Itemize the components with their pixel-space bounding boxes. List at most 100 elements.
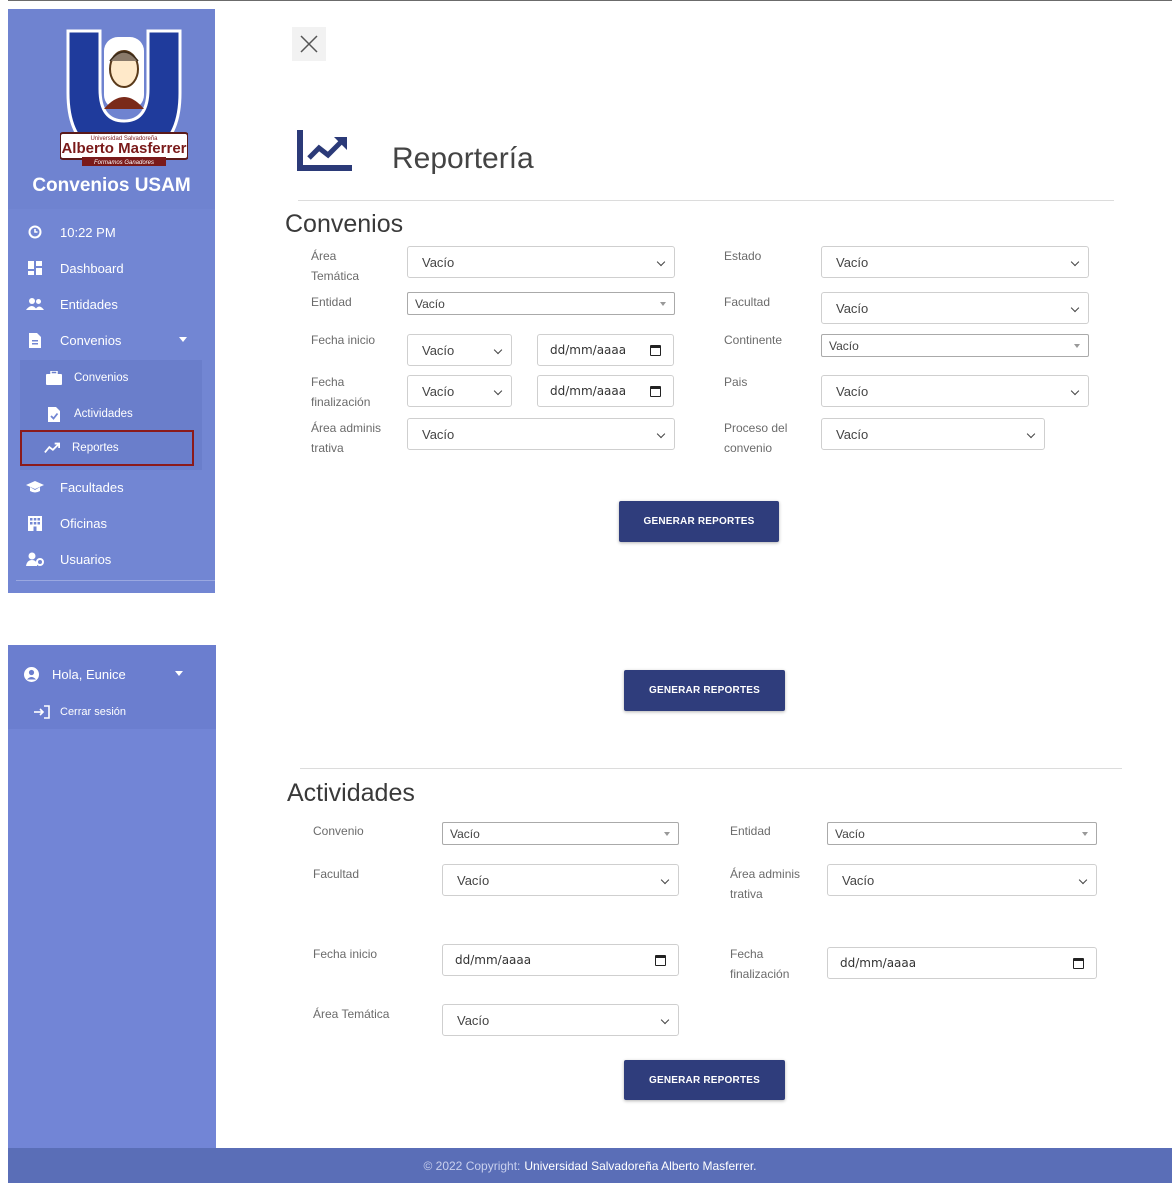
logout-label: Cerrar sesión [60, 706, 127, 718]
caret-down-icon [664, 832, 670, 836]
select-area-tematica-act[interactable]: Vacío [442, 1004, 679, 1036]
footer: © 2022 Copyright: Universidad Salvadoreñ… [8, 1148, 1172, 1183]
sidebar-item-facultades[interactable]: Facultades [8, 469, 215, 505]
sidebar-item-label: Usuarios [60, 551, 112, 567]
caret-down-icon [1074, 344, 1080, 348]
chevron-down-icon [179, 337, 187, 342]
label-area-administrativa-act: Área administrativa [730, 867, 801, 901]
calendar-icon [1073, 958, 1084, 969]
user-menu-toggle[interactable]: Hola, Eunice [8, 656, 215, 692]
date-placeholder: dd/mm/aaaa [550, 384, 627, 398]
generate-reports-button-convenios[interactable]: GENERAR REPORTES [619, 501, 779, 542]
caret-down-icon [1082, 832, 1088, 836]
select-fecha-fin-op[interactable]: Vacío [407, 375, 512, 407]
date-fecha-inicio-act[interactable]: dd/mm/aaaa [442, 944, 679, 976]
select-continente[interactable]: Vacío [821, 334, 1089, 357]
building-icon [26, 514, 44, 532]
chevron-down-icon [1070, 257, 1080, 267]
select-pais[interactable]: Vacío [821, 375, 1089, 407]
select-value: Vacío [835, 826, 865, 841]
select-entidad[interactable]: Vacío [407, 292, 675, 315]
label-fecha-finalizacion-act: Fecha finalización [730, 947, 790, 981]
left-gutter [0, 0, 8, 1183]
select-estado[interactable]: Vacío [821, 246, 1089, 278]
sidebar-item-usuarios[interactable]: Usuarios [8, 541, 215, 577]
chart-line-icon [297, 130, 352, 171]
chevron-down-icon [1026, 429, 1036, 439]
select-value: Vacío [836, 300, 869, 316]
select-area-administrativa-act[interactable]: Vacío [827, 864, 1097, 896]
select-facultad[interactable]: Vacío [821, 292, 1089, 324]
university-logo: Universidad Salvadoreña Alberto Masferre… [60, 29, 188, 166]
page-title: Reportería [392, 142, 534, 175]
generate-reports-button-middle[interactable]: GENERAR REPORTES [624, 670, 785, 711]
calendar-icon [650, 386, 661, 397]
sidebar-header: Universidad Salvadoreña Alberto Masferre… [8, 9, 215, 209]
select-convenio[interactable]: Vacío [442, 822, 679, 845]
sidebar-item-oficinas[interactable]: Oficinas [8, 505, 215, 541]
generate-reports-button-actividades[interactable]: GENERAR REPORTES [624, 1060, 785, 1100]
sidebar-subitem-convenios[interactable]: Convenios [20, 360, 202, 396]
file-check-icon [46, 406, 62, 422]
select-value: Vacío [422, 383, 455, 399]
section-title-actividades: Actividades [287, 779, 415, 807]
chevron-down-icon [175, 671, 183, 676]
sign-in-icon [34, 704, 50, 720]
date-placeholder: dd/mm/aaaa [455, 953, 532, 967]
logout-link[interactable]: Cerrar sesión [8, 694, 190, 730]
calendar-icon [650, 345, 661, 356]
label-estado: Estado [724, 249, 762, 263]
label-convenio: Convenio [313, 824, 364, 838]
select-area-administrativa[interactable]: Vacío [407, 418, 675, 450]
select-entidad-act[interactable]: Vacío [827, 822, 1097, 845]
select-value: Vacío [450, 826, 480, 841]
select-value: Vacío [457, 872, 490, 888]
label-proceso-convenio: Proceso del convenio [724, 421, 788, 455]
label-fecha-inicio: Fecha inicio [311, 333, 376, 347]
top-border [0, 0, 1172, 1]
sidebar-subitem-label: Reportes [72, 442, 119, 454]
select-fecha-inicio-op[interactable]: Vacío [407, 334, 512, 366]
select-value: Vacío [842, 872, 875, 888]
chevron-down-icon [1078, 875, 1088, 885]
label-area-tematica-act: Área Temática [313, 1007, 390, 1021]
label-entidad: Entidad [311, 295, 352, 309]
select-value: Vacío [836, 254, 869, 270]
label-fecha-finalizacion: Fecha finalización [311, 375, 371, 409]
label-fecha-inicio-act: Fecha inicio [313, 947, 378, 961]
sidebar-user-panel: Hola, Eunice Cerrar sesión [8, 645, 216, 1148]
chart-line-icon [44, 440, 60, 456]
select-value: Vacío [422, 342, 455, 358]
select-proceso-convenio[interactable]: Vacío [821, 418, 1045, 450]
section-title-convenios: Convenios [285, 210, 404, 238]
sidebar-subitem-actividades[interactable]: Actividades [20, 396, 202, 432]
date-fecha-finalizacion[interactable]: dd/mm/aaaa [537, 375, 674, 407]
sidebar-divider [16, 580, 215, 581]
label-facultad: Facultad [724, 295, 771, 309]
divider [300, 768, 1122, 769]
sidebar-item-label: Convenios [60, 332, 122, 348]
sidebar-item-convenios[interactable]: Convenios [8, 322, 215, 358]
sidebar-item-dashboard[interactable]: Dashboard [8, 250, 215, 286]
chevron-down-icon [1070, 303, 1080, 313]
chevron-down-icon [660, 875, 670, 885]
sidebar-subitem-reportes[interactable]: Reportes [20, 430, 194, 466]
footer-brand-link[interactable]: Universidad Salvadoreña Alberto Masferre… [524, 1159, 756, 1173]
sidebar-item-entidades[interactable]: Entidades [8, 286, 215, 322]
user-gear-icon [26, 550, 44, 568]
sidebar-item-label: Facultades [60, 479, 124, 495]
footer-copyright: © 2022 Copyright: [423, 1158, 521, 1173]
chevron-down-icon [660, 1015, 670, 1025]
users-icon [26, 295, 44, 313]
sidebar-item-label: Dashboard [60, 260, 124, 276]
calendar-icon [655, 955, 666, 966]
label-entidad-act: Entidad [730, 824, 771, 838]
select-facultad-act[interactable]: Vacío [442, 864, 679, 896]
select-area-tematica[interactable]: Vacío [407, 246, 675, 278]
close-button[interactable] [292, 27, 326, 61]
date-fecha-inicio[interactable]: dd/mm/aaaa [537, 334, 674, 366]
date-fecha-finalizacion-act[interactable]: dd/mm/aaaa [827, 947, 1097, 979]
select-value: Vacío [829, 338, 859, 353]
chevron-down-icon [493, 386, 503, 396]
divider [298, 200, 1114, 201]
